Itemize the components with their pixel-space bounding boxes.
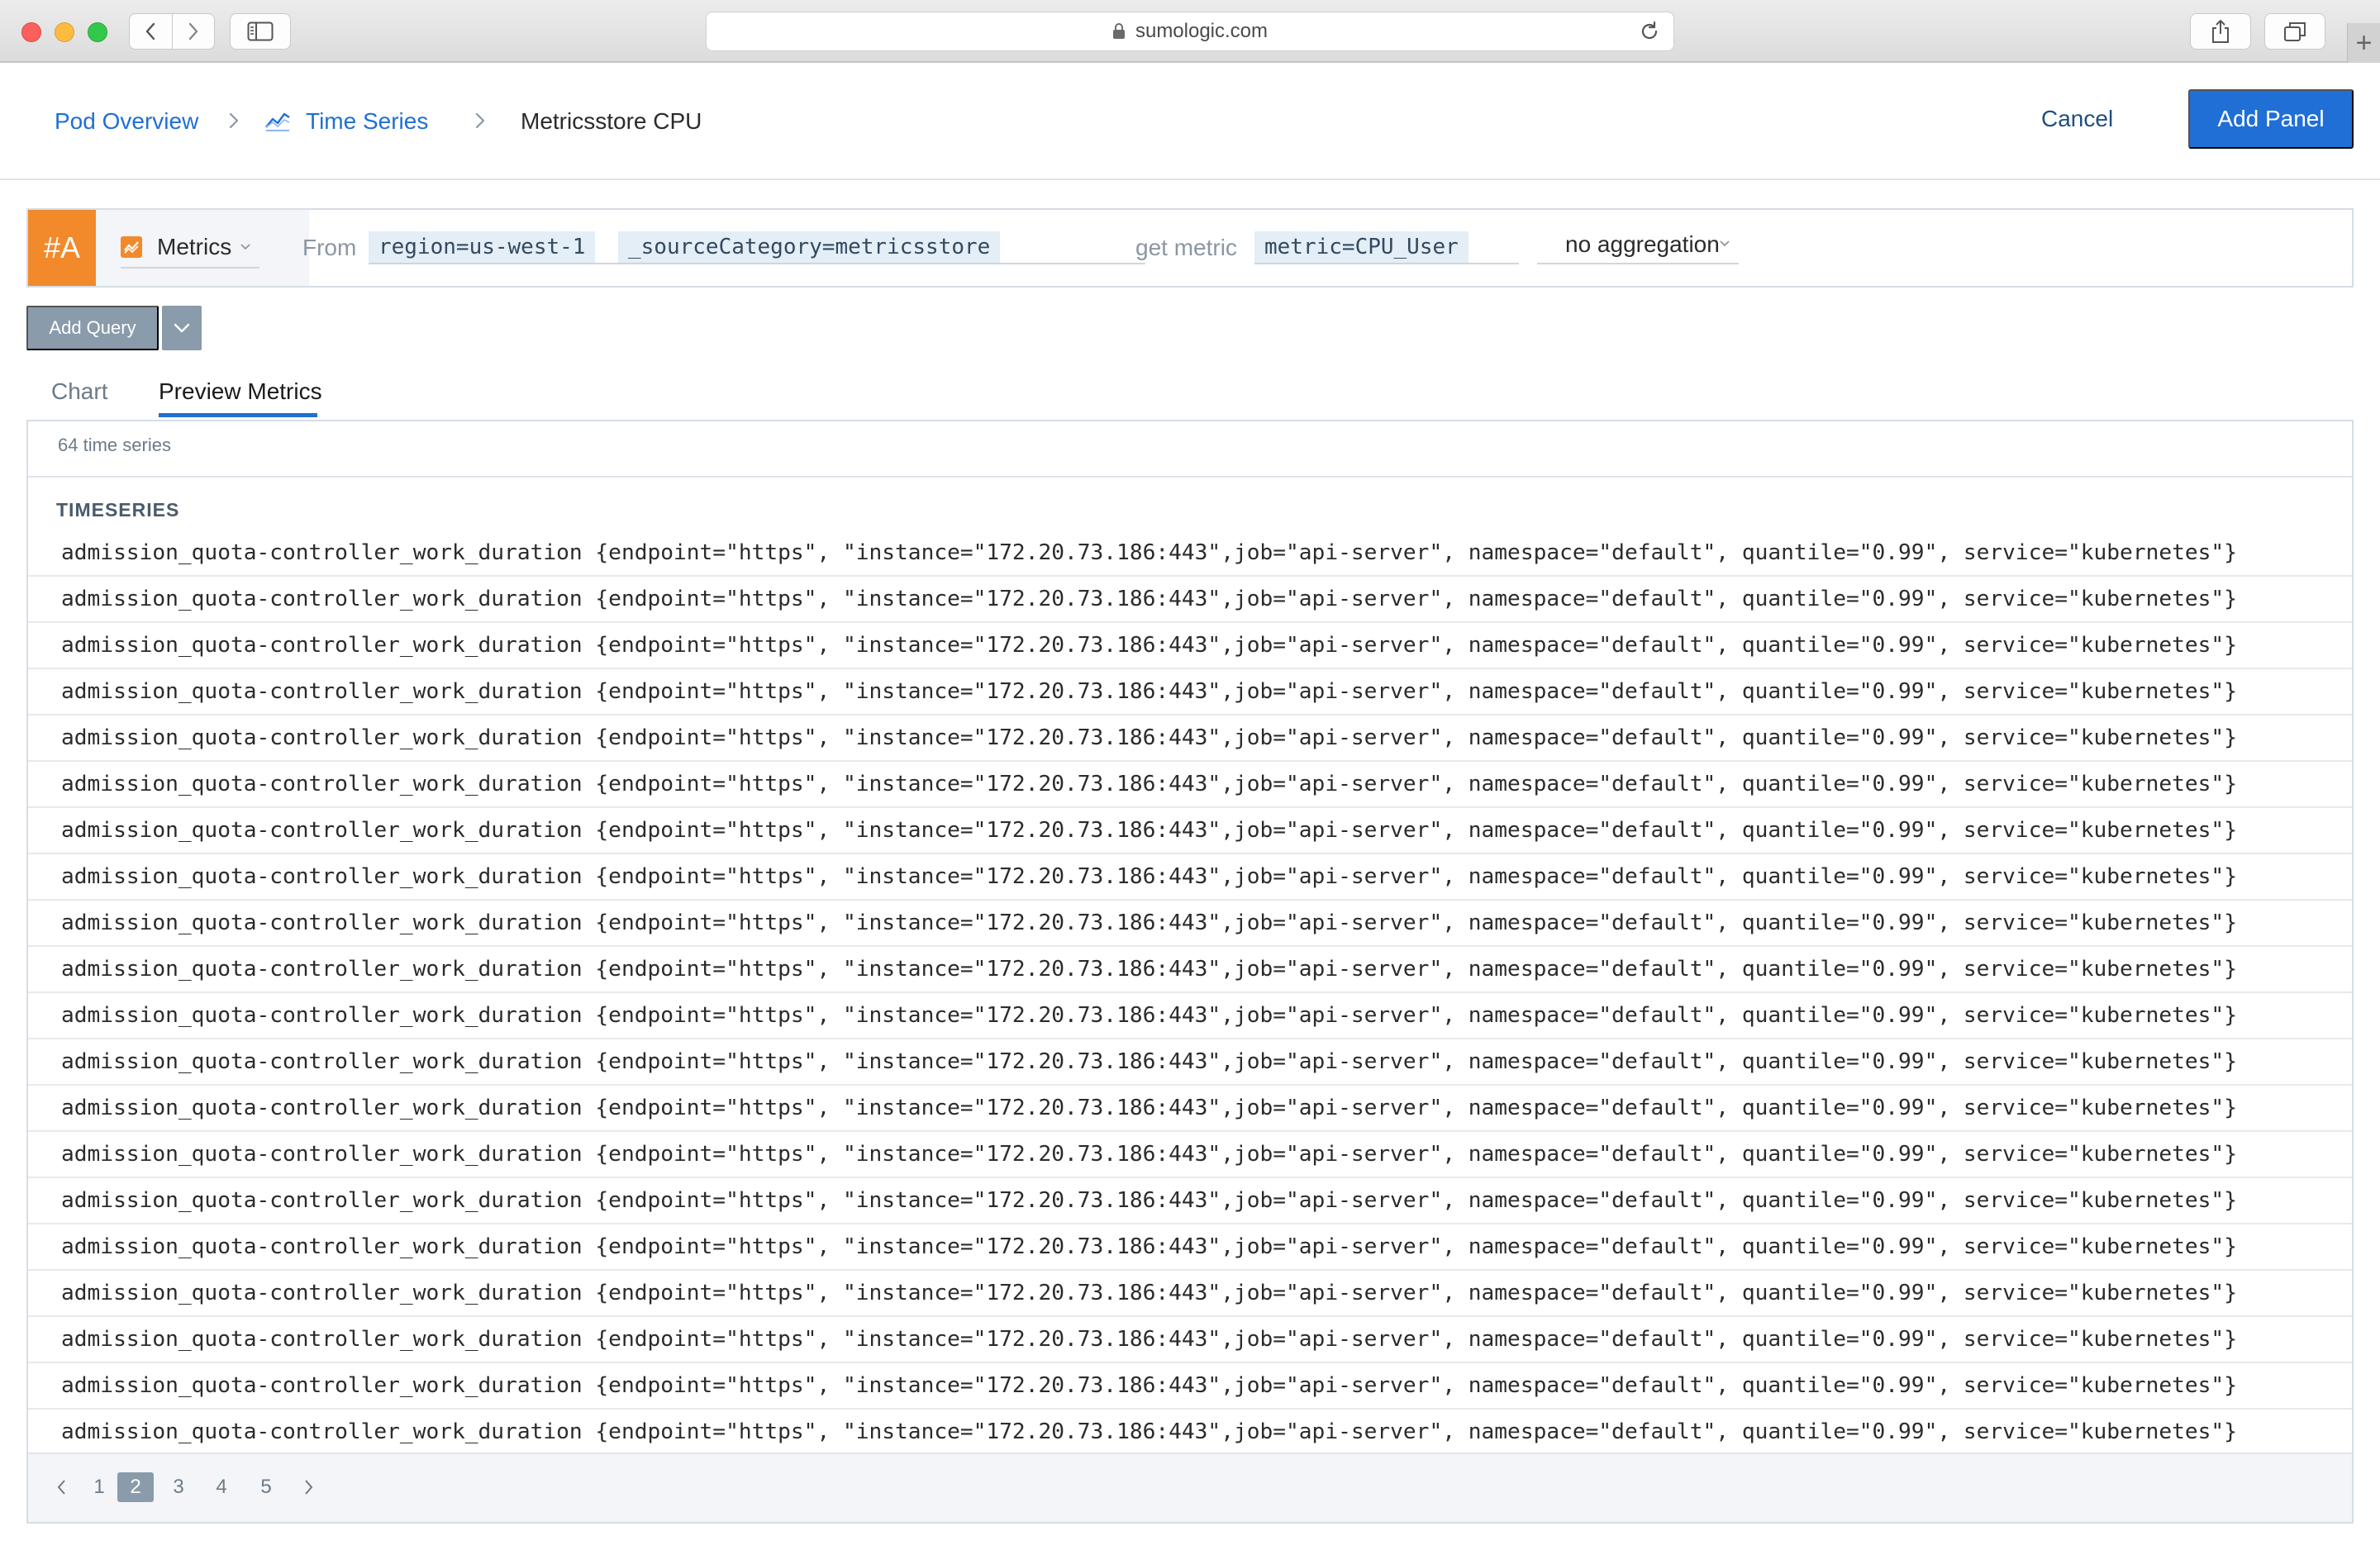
breadcrumb-time-series[interactable]: Time Series	[306, 107, 428, 136]
breadcrumb-separator-icon	[474, 111, 486, 135]
aggregation-dropdown[interactable]: no aggregation	[1537, 226, 1739, 264]
timeseries-row[interactable]: admission_quota-controller_work_duration…	[28, 1410, 2352, 1448]
tabs-icon	[2284, 22, 2306, 41]
timeseries-row[interactable]: admission_quota-controller_work_duration…	[28, 947, 2352, 993]
timeseries-row[interactable]: admission_quota-controller_work_duration…	[28, 530, 2352, 577]
chevron-down-icon	[1720, 240, 1730, 247]
history-nav	[129, 13, 215, 50]
tab-chart[interactable]: Chart	[51, 377, 107, 407]
add-query-button[interactable]: Add Query	[26, 306, 159, 350]
series-count: 64 time series	[58, 435, 171, 455]
reload-icon[interactable]	[1639, 21, 1660, 42]
timeseries-row[interactable]: admission_quota-controller_work_duration…	[28, 623, 2352, 669]
cancel-button[interactable]: Cancel	[2041, 104, 2113, 134]
share-icon	[2212, 20, 2229, 43]
filter-chip[interactable]: _sourceCategory=metricsstore	[618, 231, 1001, 263]
time-series-icon	[264, 109, 291, 136]
timeseries-row[interactable]: admission_quota-controller_work_duration…	[28, 1317, 2352, 1363]
timeseries-row[interactable]: admission_quota-controller_work_duration…	[28, 1178, 2352, 1224]
prev-page-button[interactable]	[53, 1472, 69, 1502]
timeseries-row[interactable]: admission_quota-controller_work_duration…	[28, 993, 2352, 1039]
metric-filter-field[interactable]: metric=CPU_User	[1254, 226, 1519, 264]
chevron-down-icon	[174, 323, 190, 333]
address-bar[interactable]: sumologic.com	[706, 12, 1674, 51]
page-button-current[interactable]: 2	[117, 1472, 154, 1502]
new-tab-button[interactable]: +	[2347, 23, 2380, 63]
add-query-dropdown-button[interactable]	[162, 306, 202, 350]
timeseries-row[interactable]: admission_quota-controller_work_duration…	[28, 901, 2352, 947]
sidebar-toggle-button[interactable]	[230, 13, 291, 50]
timeseries-row[interactable]: admission_quota-controller_work_duration…	[28, 577, 2352, 623]
chevron-right-icon	[305, 1480, 313, 1495]
lock-icon	[1112, 23, 1125, 39]
plus-icon: +	[2355, 26, 2373, 59]
browser-toolbar: sumologic.com +	[0, 0, 2380, 63]
metrics-icon	[121, 236, 142, 258]
timeseries-row[interactable]: admission_quota-controller_work_duration…	[28, 1039, 2352, 1086]
next-page-button[interactable]	[301, 1472, 317, 1502]
timeseries-heading: TIMESERIES	[56, 499, 180, 521]
query-label-badge: #A	[28, 210, 96, 286]
query-type-dropdown[interactable]: Metrics	[96, 210, 309, 286]
chevron-down-icon	[240, 244, 250, 250]
page-button[interactable]: 5	[256, 1472, 276, 1502]
tab-preview-metrics[interactable]: Preview Metrics	[159, 377, 322, 407]
close-window-button[interactable]	[21, 22, 41, 42]
sidebar-icon	[247, 21, 274, 41]
timeseries-row[interactable]: admission_quota-controller_work_duration…	[28, 1363, 2352, 1410]
from-label: From	[302, 235, 357, 260]
add-panel-button[interactable]: Add Panel	[2188, 89, 2354, 149]
minimize-window-button[interactable]	[55, 22, 74, 42]
timeseries-list[interactable]: admission_quota-controller_work_duration…	[28, 530, 2352, 1448]
url-text: sumologic.com	[1135, 20, 1269, 42]
preview-metrics-panel: 64 time series TIMESERIES admission_quot…	[26, 420, 2354, 1524]
source-filter-field[interactable]: region=us-west-1 _sourceCategory=metrics…	[369, 226, 1145, 264]
timeseries-row[interactable]: admission_quota-controller_work_duration…	[28, 1224, 2352, 1271]
active-tab-indicator	[159, 413, 317, 417]
breadcrumb-current-page: Metricsstore CPU	[521, 108, 702, 134]
page-button[interactable]: 3	[169, 1472, 188, 1502]
metric-chip[interactable]: metric=CPU_User	[1254, 231, 1468, 263]
aggregation-value: no aggregation	[1565, 231, 1720, 257]
query-type-value: Metrics	[157, 234, 232, 259]
get-metric-label: get metric	[1135, 235, 1237, 260]
share-button[interactable]	[2190, 13, 2251, 50]
timeseries-row[interactable]: admission_quota-controller_work_duration…	[28, 808, 2352, 854]
breadcrumb-separator-icon	[228, 111, 240, 135]
timeseries-row[interactable]: admission_quota-controller_work_duration…	[28, 669, 2352, 716]
timeseries-row[interactable]: admission_quota-controller_work_duration…	[28, 1271, 2352, 1317]
timeseries-row[interactable]: admission_quota-controller_work_duration…	[28, 854, 2352, 901]
page-button[interactable]: 4	[212, 1472, 231, 1502]
chevron-left-icon	[57, 1480, 65, 1495]
page-button[interactable]: 1	[89, 1472, 109, 1502]
timeseries-row[interactable]: admission_quota-controller_work_duration…	[28, 762, 2352, 808]
zoom-window-button[interactable]	[88, 22, 107, 42]
timeseries-row[interactable]: admission_quota-controller_work_duration…	[28, 716, 2352, 762]
pagination: 1 2 3 4 5	[28, 1453, 2352, 1522]
forward-button[interactable]	[171, 14, 214, 49]
tab-overview-button[interactable]	[2264, 13, 2325, 50]
series-count-bar: 64 time series	[28, 421, 2352, 478]
chevron-right-icon	[188, 22, 198, 40]
filter-chip[interactable]: region=us-west-1	[369, 231, 596, 263]
chevron-left-icon	[146, 22, 155, 40]
back-button[interactable]	[130, 14, 172, 49]
query-row: #A Metrics From region=us-west-1 _source…	[26, 208, 2354, 288]
breadcrumb-pod-overview[interactable]: Pod Overview	[55, 107, 198, 136]
timeseries-row[interactable]: admission_quota-controller_work_duration…	[28, 1132, 2352, 1178]
timeseries-row[interactable]: admission_quota-controller_work_duration…	[28, 1086, 2352, 1132]
page-header: Pod Overview Time Series Metricsstore CP…	[0, 64, 2380, 180]
